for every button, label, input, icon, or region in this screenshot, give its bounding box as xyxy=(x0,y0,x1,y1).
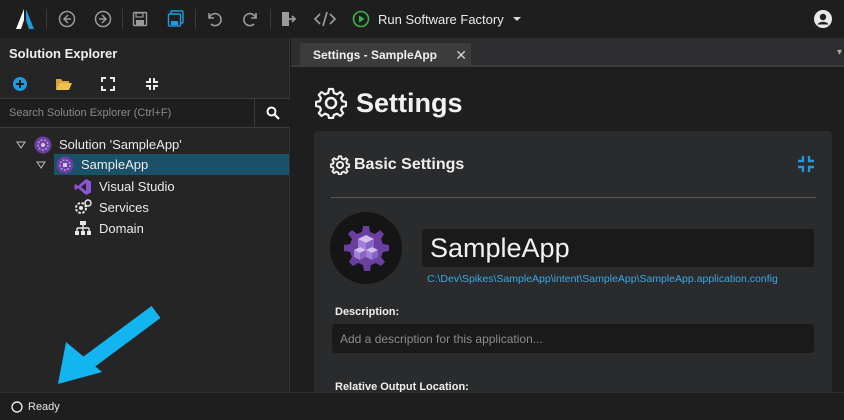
open-folder-icon[interactable] xyxy=(54,74,74,94)
code-icon[interactable] xyxy=(313,8,337,30)
solution-icon xyxy=(34,136,52,154)
tab-overflow-icon[interactable]: ▾ xyxy=(837,47,844,61)
application-name-field[interactable]: SampleApp xyxy=(422,229,814,267)
tree-item-label: Services xyxy=(99,200,149,215)
section-title: Basic Settings xyxy=(354,156,465,173)
caret-glyph xyxy=(34,161,48,169)
collapse-all-icon[interactable] xyxy=(142,74,162,94)
redo-icon[interactable] xyxy=(240,8,262,30)
app-logo-icon[interactable] xyxy=(13,7,37,31)
basic-settings-card: Basic Settings SampleApp C:\Dev\Spikes\S… xyxy=(314,131,832,401)
tree-item-sampleapp-content: SampleApp xyxy=(54,156,148,174)
tree-item-label: Solution 'SampleApp' xyxy=(59,137,182,152)
tree-item-label: Visual Studio xyxy=(99,179,175,194)
expand-caret-icon[interactable] xyxy=(14,141,28,149)
export-icon[interactable] xyxy=(277,8,299,30)
explorer-toolbar xyxy=(0,70,290,98)
tree-item-label: SampleApp xyxy=(81,157,149,172)
tree-item-domain[interactable]: Domain xyxy=(74,218,144,239)
gear-icon xyxy=(315,87,347,119)
back-icon[interactable] xyxy=(56,8,78,30)
explorer-search xyxy=(0,98,290,128)
add-icon[interactable] xyxy=(10,74,30,94)
app-window: Run Software Factory Solution Explorer S… xyxy=(0,0,844,420)
run-label: Run Software Factory xyxy=(378,11,504,27)
domain-icon xyxy=(74,220,92,238)
annotation-arrow-icon xyxy=(56,305,162,391)
services-icon xyxy=(74,198,92,217)
chevron-down-icon[interactable] xyxy=(512,14,522,24)
toolbar-separator xyxy=(122,9,123,29)
description-field[interactable] xyxy=(332,324,814,353)
expand-icon[interactable] xyxy=(98,74,118,94)
expand-caret-icon[interactable] xyxy=(34,154,48,175)
undo-icon[interactable] xyxy=(203,8,225,30)
save-icon[interactable] xyxy=(129,8,151,30)
description-label: Description: xyxy=(335,306,400,318)
visual-studio-icon xyxy=(74,178,92,196)
editor-area: Settings - SampleApp ✕ ▾ Settings Basic … xyxy=(291,38,844,401)
application-logo-icon[interactable] xyxy=(330,212,402,284)
forward-icon[interactable] xyxy=(92,8,114,30)
tab-strip: Settings - SampleApp ✕ ▾ xyxy=(291,38,844,67)
search-icon[interactable] xyxy=(254,99,290,127)
panel-title: Solution Explorer xyxy=(9,46,118,61)
page-title: Settings xyxy=(315,87,463,119)
toolbar-separator xyxy=(46,9,47,29)
account-icon[interactable] xyxy=(813,9,833,34)
toolbar-separator xyxy=(270,9,271,29)
close-icon[interactable]: ✕ xyxy=(455,47,467,64)
collapse-section-icon[interactable] xyxy=(797,155,815,178)
section-header: Basic Settings xyxy=(330,155,464,175)
page-title-text: Settings xyxy=(356,87,463,118)
status-text: Ready xyxy=(28,400,60,413)
application-icon xyxy=(56,156,74,174)
tab-settings[interactable]: Settings - SampleApp ✕ xyxy=(300,43,471,67)
tree-item-visual-studio[interactable]: Visual Studio xyxy=(74,176,175,197)
tree-item-solution[interactable]: Solution 'SampleApp' xyxy=(14,134,182,155)
tab-label: Settings - SampleApp xyxy=(313,48,438,62)
main-toolbar: Run Software Factory xyxy=(0,0,844,38)
toolbar-separator xyxy=(195,9,196,29)
save-all-icon[interactable] xyxy=(165,8,187,30)
search-input[interactable] xyxy=(0,99,254,127)
status-circle-icon xyxy=(11,400,23,413)
run-icon xyxy=(352,10,370,28)
tree-item-sampleapp[interactable]: SampleApp xyxy=(54,154,289,175)
config-path-link[interactable]: C:\Dev\Spikes\SampleApp\intent\SampleApp… xyxy=(427,273,778,285)
status-bar: Ready xyxy=(0,392,844,420)
divider xyxy=(331,197,816,198)
run-software-factory-button[interactable]: Run Software Factory xyxy=(352,9,522,29)
gear-icon xyxy=(330,155,350,175)
tree-item-label: Domain xyxy=(99,221,144,236)
tree-item-services[interactable]: Services xyxy=(74,197,149,218)
